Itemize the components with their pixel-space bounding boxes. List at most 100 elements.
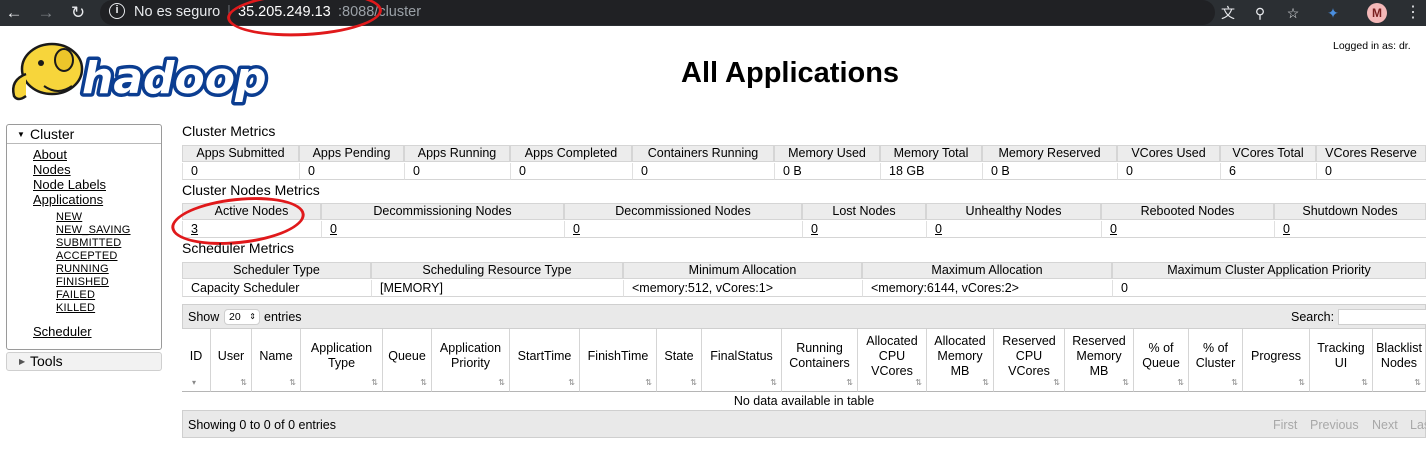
column-header[interactable]: Reserved Memory MB ⇅	[1065, 329, 1134, 392]
column-header[interactable]: Tracking UI ⇅	[1310, 329, 1373, 392]
column-header[interactable]: % of Cluster ⇅	[1189, 329, 1243, 392]
column-header[interactable]: FinishTime ⇅	[580, 329, 657, 392]
avatar[interactable]: M	[1367, 3, 1387, 23]
column-header[interactable]: % of Queue ⇅	[1134, 329, 1189, 392]
cm-value: 0	[1316, 163, 1426, 180]
translate-icon[interactable]: 文	[1218, 3, 1238, 23]
sidebar-item-about[interactable]: About	[33, 147, 67, 162]
column-header[interactable]: StartTime ⇅	[510, 329, 580, 392]
cm-value: 0 B	[982, 163, 1117, 180]
column-header[interactable]: Allocated CPU VCores ⇅	[858, 329, 927, 392]
sidebar-state-killed[interactable]: KILLED	[56, 302, 95, 314]
sidebar-item-node-labels[interactable]: Node Labels	[33, 177, 106, 192]
sidebar-state-submitted[interactable]: SUBMITTED	[56, 237, 121, 249]
column-header-line: Running	[796, 341, 843, 355]
cm-value: 18 GB	[880, 163, 982, 180]
show-label: Show	[188, 310, 220, 324]
search-input[interactable]	[1338, 309, 1426, 325]
column-header[interactable]: Application Type ⇅	[301, 329, 383, 392]
cm-value: 0	[1117, 163, 1220, 180]
menu-icon[interactable]: ⋮	[1405, 3, 1421, 23]
column-header-label: Name	[259, 349, 292, 364]
column-header[interactable]: State ⇅	[657, 329, 702, 392]
cm-value: 6	[1220, 163, 1316, 180]
nm-header: Lost Nodes	[802, 203, 926, 220]
column-header[interactable]: Progress ⇅	[1243, 329, 1310, 392]
cluster-metrics-title: Cluster Metrics	[182, 123, 276, 139]
cm-header: Apps Pending	[299, 145, 404, 162]
sort-icon: ⇅	[420, 378, 427, 387]
column-header-label: Progress	[1251, 349, 1301, 364]
forward-icon[interactable]: →	[36, 3, 56, 23]
column-header-label: % of Queue	[1142, 341, 1180, 371]
pagination-previous[interactable]: Previous	[1310, 418, 1359, 432]
column-header[interactable]: ID ▾	[182, 329, 211, 392]
security-label: No es seguro	[134, 4, 221, 20]
sidebar-cluster-header[interactable]: ▼ Cluster	[7, 125, 161, 144]
sidebar-state-new-saving[interactable]: NEW_SAVING	[56, 224, 131, 236]
column-header-line: % of	[1202, 341, 1228, 355]
sidebar-state-running[interactable]: RUNNING	[56, 263, 109, 275]
pagination-next[interactable]: Next	[1372, 418, 1398, 432]
column-header[interactable]: Name ⇅	[252, 329, 301, 392]
column-header-line: CPU	[1015, 348, 1043, 363]
sort-icon: ⇅	[240, 378, 247, 387]
extension-icon[interactable]: ✦	[1323, 3, 1343, 23]
cm-header: Apps Submitted	[182, 145, 299, 162]
sidebar-item-scheduler[interactable]: Scheduler	[33, 324, 92, 339]
sidebar-state-accepted[interactable]: ACCEPTED	[56, 250, 118, 262]
rebooted-nodes-link[interactable]: 0	[1101, 221, 1274, 238]
unhealthy-nodes-link[interactable]: 0	[926, 221, 1101, 238]
info-icon[interactable]: i	[109, 3, 125, 19]
search-label: Search:	[1291, 310, 1335, 324]
lost-nodes-link[interactable]: 0	[802, 221, 926, 238]
back-icon[interactable]: ←	[4, 3, 24, 23]
decommissioned-nodes-link[interactable]: 0	[564, 221, 802, 238]
column-header[interactable]: Queue ⇅	[383, 329, 432, 392]
star-icon[interactable]: ☆	[1283, 3, 1303, 23]
column-header-label: FinalStatus	[710, 349, 773, 364]
nm-header: Shutdown Nodes	[1274, 203, 1426, 220]
sidebar-tools[interactable]: ▶ Tools	[6, 352, 162, 371]
sm-header: Maximum Allocation	[862, 262, 1112, 279]
column-header[interactable]: User ⇅	[211, 329, 252, 392]
sm-value: <memory:512, vCores:1>	[623, 280, 862, 297]
entries-select[interactable]: 20 ⇕	[224, 309, 260, 325]
column-header-line: Reserved	[1002, 333, 1056, 348]
sort-icon: ⇅	[982, 378, 989, 387]
cm-value: 0	[299, 163, 404, 180]
column-header-label: ID	[190, 349, 203, 364]
sidebar-item-nodes[interactable]: Nodes	[33, 162, 71, 177]
column-header-line: Application	[439, 341, 502, 355]
nm-header: Unhealthy Nodes	[926, 203, 1101, 220]
sidebar-state-finished[interactable]: FINISHED	[56, 276, 109, 288]
column-header-line: VCores	[871, 363, 913, 378]
column-header[interactable]: Blacklist Nodes ⇅	[1373, 329, 1426, 392]
column-header-line: Nodes	[1380, 356, 1418, 370]
browser-toolbar: ← → ↻ i No es seguro | 35.205.249.13 :80…	[0, 0, 1426, 26]
reload-icon[interactable]: ↻	[68, 3, 88, 23]
sort-icon: ⇅	[846, 378, 853, 387]
pagination-last[interactable]: Las	[1410, 418, 1426, 432]
url-annotation-circle	[225, 0, 384, 41]
shutdown-nodes-link[interactable]: 0	[1274, 221, 1426, 238]
nm-header: Decommissioning Nodes	[321, 203, 564, 220]
pagination-first[interactable]: First	[1273, 418, 1297, 432]
column-header[interactable]: FinalStatus ⇅	[702, 329, 782, 392]
column-header-line: Containers	[789, 356, 850, 370]
column-header-label: StartTime	[518, 349, 572, 364]
zoom-icon[interactable]: ⚲	[1250, 3, 1270, 23]
column-header[interactable]: Allocated Memory MB ⇅	[927, 329, 994, 392]
sidebar-item-applications[interactable]: Applications	[33, 192, 103, 207]
column-header[interactable]: Running Containers ⇅	[782, 329, 858, 392]
column-header-line: FinalStatus	[710, 348, 773, 363]
cm-header: Memory Total	[880, 145, 982, 162]
sidebar-state-failed[interactable]: FAILED	[56, 289, 95, 301]
column-header[interactable]: Reserved CPU VCores ⇅	[994, 329, 1065, 392]
column-header[interactable]: Application Priority ⇅	[432, 329, 510, 392]
logged-in-label: Logged in as: dr.	[1333, 40, 1411, 52]
sidebar-state-new[interactable]: NEW	[56, 211, 82, 223]
hadoop-logo[interactable]: hadoop	[8, 36, 280, 106]
decommissioning-nodes-link[interactable]: 0	[321, 221, 564, 238]
column-header-line: % of	[1148, 341, 1174, 355]
